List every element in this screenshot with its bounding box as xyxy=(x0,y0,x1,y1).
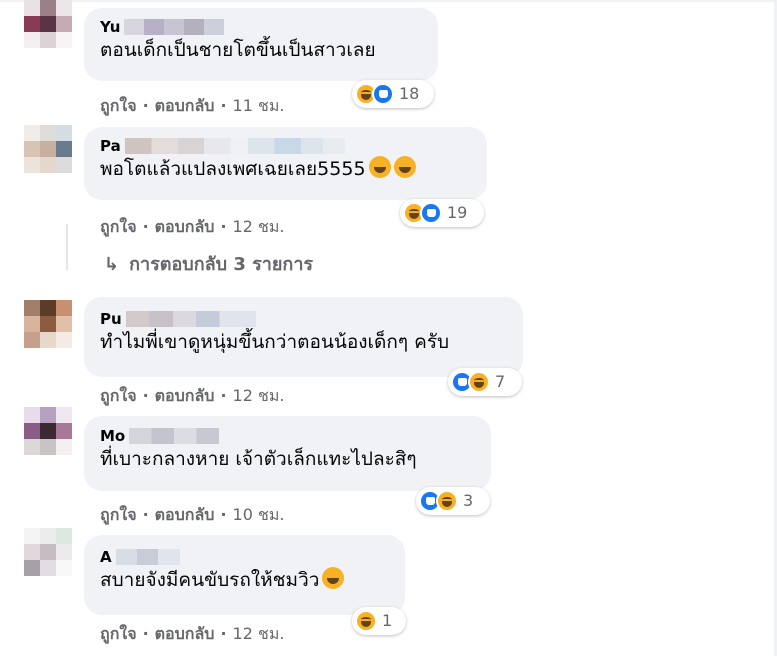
view-replies-link[interactable]: ↳ การตอบกลับ 3 รายการ xyxy=(104,253,313,277)
comment-bubble: Pa พอโตแล้วแปลงเพศเฉยเลย5555 xyxy=(84,127,487,200)
timestamp[interactable]: 12 ชม. xyxy=(233,386,285,406)
like-link[interactable]: ถูกใจ xyxy=(100,505,137,525)
comment-bubble: Mo ที่เบาะกลางหาย เจ้าตัวเล็กแทะไปละสิๆ xyxy=(84,416,491,491)
comment-author-row: Pu xyxy=(100,309,507,329)
haha-reaction-icon xyxy=(436,490,458,512)
comment-actions: ถูกใจ · ตอบกลับ · 12 ชม. xyxy=(100,217,284,237)
comment-author[interactable]: A xyxy=(100,547,112,567)
laughing-emoji-icon xyxy=(393,156,416,178)
top-divider xyxy=(0,0,777,2)
separator-dot: · xyxy=(142,624,149,643)
rofl-emoji-icon xyxy=(322,567,345,589)
like-reaction-icon xyxy=(420,202,442,224)
comment-author-row: A xyxy=(100,547,389,567)
avatar[interactable] xyxy=(24,300,72,348)
comment-actions: ถูกใจ · ตอบกลับ · 11 ชม. xyxy=(100,96,284,116)
like-reaction-icon xyxy=(372,83,394,105)
comment-bubble: A สบายจังมีคนขับรถให้ชมวิว xyxy=(84,535,405,615)
comment-author[interactable]: Pa xyxy=(100,136,121,156)
reaction-summary[interactable]: 7 xyxy=(448,368,522,396)
blurred-name xyxy=(115,549,180,565)
reaction-count: 18 xyxy=(399,84,420,103)
rofl-emoji-icon xyxy=(368,156,391,178)
avatar[interactable] xyxy=(24,407,72,455)
comment-actions: ถูกใจ · ตอบกลับ · 10 ชม. xyxy=(100,505,284,525)
timestamp[interactable]: 12 ชม. xyxy=(233,217,285,237)
comment-text: ที่เบาะกลางหาย เจ้าตัวเล็กแทะไปละสิๆ xyxy=(100,448,417,470)
comment-text: ทำไมพี่เขาดูหนุ่มขึ้นกว่าตอนน้องเด็กๆ คร… xyxy=(100,331,450,353)
comment-author[interactable]: Yu xyxy=(100,17,120,37)
comment-actions: ถูกใจ · ตอบกลับ · 12 ชม. xyxy=(100,386,284,406)
blurred-name xyxy=(124,138,345,154)
reply-arrow-icon: ↳ xyxy=(104,254,120,275)
reaction-summary[interactable]: 18 xyxy=(352,80,434,108)
comment-actions: ถูกใจ · ตอบกลับ · 12 ชม. xyxy=(100,624,284,644)
comment-bubble: Yu ตอนเด็กเป็นชายโตขึ้นเป็นสาวเลย xyxy=(84,8,438,81)
thread-connector xyxy=(66,224,68,270)
separator-dot: · xyxy=(220,96,227,115)
haha-reaction-icon xyxy=(468,371,490,393)
like-link[interactable]: ถูกใจ xyxy=(100,217,137,237)
reply-link[interactable]: ตอบกลับ xyxy=(155,96,215,116)
reply-link[interactable]: ตอบกลับ xyxy=(155,217,215,237)
like-link[interactable]: ถูกใจ xyxy=(100,96,137,116)
avatar[interactable] xyxy=(24,0,72,48)
separator-dot: · xyxy=(220,217,227,236)
separator-dot: · xyxy=(142,505,149,524)
comment-bubble: Pu ทำไมพี่เขาดูหนุ่มขึ้นกว่าตอนน้องเด็กๆ… xyxy=(84,297,523,377)
timestamp[interactable]: 10 ชม. xyxy=(233,505,285,525)
separator-dot: · xyxy=(220,386,227,405)
reply-link[interactable]: ตอบกลับ xyxy=(155,386,215,406)
separator-dot: · xyxy=(142,217,149,236)
like-link[interactable]: ถูกใจ xyxy=(100,386,137,406)
avatar[interactable] xyxy=(24,528,72,576)
blurred-name xyxy=(124,19,225,35)
like-link[interactable]: ถูกใจ xyxy=(100,624,137,644)
timestamp[interactable]: 12 ชม. xyxy=(233,624,285,644)
timestamp[interactable]: 11 ชม. xyxy=(233,96,285,116)
reaction-count: 3 xyxy=(463,491,474,510)
separator-dot: · xyxy=(142,386,149,405)
reaction-summary[interactable]: 3 xyxy=(416,487,490,515)
separator-dot: · xyxy=(220,505,227,524)
comment-author[interactable]: Pu xyxy=(100,309,122,329)
separator-dot: · xyxy=(142,96,149,115)
comment-text-content: พอโตแล้วแปลงเพศเฉยเลย5555 xyxy=(100,158,366,180)
reaction-summary[interactable]: 19 xyxy=(400,199,484,227)
reaction-summary[interactable]: 1 xyxy=(352,607,406,635)
reply-link[interactable]: ตอบกลับ xyxy=(155,505,215,525)
reaction-count: 19 xyxy=(447,203,468,222)
comment-author-row: Mo xyxy=(100,426,475,446)
comment-author-row: Yu xyxy=(100,17,422,37)
avatar[interactable] xyxy=(24,125,72,173)
separator-dot: · xyxy=(220,624,227,643)
reply-link[interactable]: ตอบกลับ xyxy=(155,624,215,644)
comment-text-content: สบายจังมีคนขับรถให้ชมวิว xyxy=(100,569,320,591)
comment-author-row: Pa xyxy=(100,136,471,156)
blurred-name xyxy=(125,311,256,327)
comment-text: สบายจังมีคนขับรถให้ชมวิว xyxy=(100,567,389,593)
comment-text: ตอนเด็กเป็นชายโตขึ้นเป็นสาวเลย xyxy=(100,39,376,61)
comment-author[interactable]: Mo xyxy=(100,426,125,446)
comment-text: พอโตแล้วแปลงเพศเฉยเลย5555 xyxy=(100,156,471,182)
blurred-name xyxy=(129,428,220,444)
view-replies-label: การตอบกลับ 3 รายการ xyxy=(129,254,314,275)
reaction-count: 1 xyxy=(382,611,393,630)
haha-reaction-icon xyxy=(355,610,377,632)
reaction-count: 7 xyxy=(495,372,506,391)
